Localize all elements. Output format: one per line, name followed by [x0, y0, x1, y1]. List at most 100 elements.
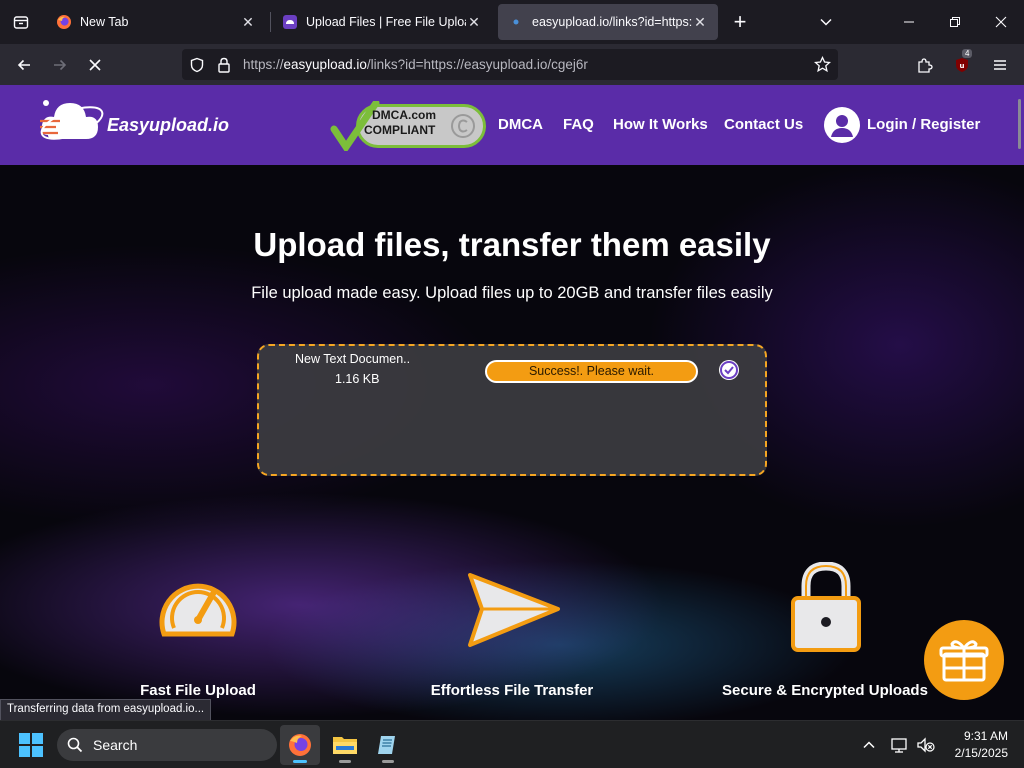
- running-indicator: [339, 760, 351, 763]
- cloud-logo-icon: [40, 100, 104, 140]
- file-name: New Text Documen..: [295, 352, 411, 366]
- nav-link-dmca[interactable]: DMCA: [498, 116, 543, 133]
- dmca-line2: COMPLIANT: [364, 123, 436, 137]
- app-menu-button[interactable]: [985, 50, 1015, 80]
- extensions-button[interactable]: [909, 50, 939, 80]
- feature-effortless-transfer-label: Effortless File Transfer: [430, 682, 594, 699]
- arrow-right-icon: [54, 59, 67, 71]
- close-window-button[interactable]: [978, 0, 1024, 44]
- minimize-button[interactable]: [886, 0, 932, 44]
- svg-text:u: u: [960, 62, 965, 70]
- search-icon: [67, 737, 83, 753]
- gift-icon: [939, 640, 989, 682]
- close-tab-icon[interactable]: ✕: [466, 14, 482, 30]
- taskbar-firefox[interactable]: [280, 725, 320, 765]
- hero-subtitle: File upload made easy. Upload files up t…: [251, 284, 773, 302]
- logo-text[interactable]: Easyupload.io: [107, 115, 229, 136]
- dmca-compliant-badge[interactable]: DMCA.com COMPLIANT: [330, 101, 488, 151]
- ublock-extension-button[interactable]: u 4: [947, 49, 977, 80]
- tab-upload-files[interactable]: Upload Files | Free File Upload a ✕: [272, 4, 492, 40]
- network-status-button[interactable]: [888, 733, 912, 757]
- speedometer-icon: [159, 583, 237, 637]
- browser-tab-bar: New Tab ✕ Upload Files | Free File Uploa…: [0, 0, 1024, 44]
- checkmark-icon: [720, 361, 738, 379]
- forward-button[interactable]: [45, 50, 75, 80]
- folder-icon: [333, 737, 357, 754]
- extension-badge-count: 4: [962, 49, 973, 58]
- volume-muted-icon: [917, 737, 935, 753]
- chevron-up-icon: [863, 741, 875, 749]
- taskbar-notepad[interactable]: [368, 725, 408, 765]
- browser-status-bar: Transferring data from easyupload.io...: [0, 699, 212, 720]
- puzzle-icon: [917, 57, 933, 73]
- clock-date[interactable]: 2/15/2025: [938, 746, 1008, 760]
- upload-dropzone[interactable]: New Text Documen.. 1.16 KB Success!. Ple…: [257, 344, 767, 476]
- feature-secure-uploads-label: Secure & Encrypted Uploads: [722, 682, 928, 699]
- upload-success-icon: [719, 360, 739, 380]
- close-icon: [89, 59, 101, 71]
- send-arrow-icon: [468, 573, 560, 647]
- shield-icon[interactable]: [189, 57, 205, 73]
- stop-loading-button[interactable]: [80, 50, 110, 80]
- hero-title: Upload files, transfer them easily: [253, 226, 771, 263]
- chevron-down-icon: [820, 18, 832, 26]
- user-avatar-icon[interactable]: [824, 107, 860, 143]
- ublock-shield-icon: u: [956, 58, 968, 72]
- page-content: Easyupload.io DMCA.com COMPLIANT DMCA FA…: [0, 85, 1024, 720]
- minimize-icon: [904, 21, 914, 23]
- taskbar-file-explorer[interactable]: [325, 725, 365, 765]
- dmca-line1: DMCA.com: [372, 108, 437, 122]
- search-label: Search: [93, 737, 138, 753]
- arrow-left-icon: [17, 59, 30, 71]
- copyright-icon: [451, 114, 475, 138]
- tab-divider: [270, 12, 271, 32]
- nav-link-contact-us[interactable]: Contact Us: [724, 116, 803, 133]
- login-register-link[interactable]: Login / Register: [867, 116, 980, 133]
- restore-button[interactable]: [932, 0, 978, 44]
- padlock-icon: [791, 562, 861, 652]
- close-tab-icon[interactable]: ✕: [692, 14, 708, 30]
- new-tab-button[interactable]: +: [726, 8, 754, 36]
- hamburger-menu-icon: [994, 60, 1006, 70]
- firefox-icon: [289, 734, 311, 756]
- volume-button[interactable]: [914, 733, 938, 757]
- easyupload-favicon: [283, 15, 297, 29]
- windows-taskbar: Search 9:31 AM 2/15/2025: [0, 720, 1024, 768]
- firefox-view-icon: [13, 16, 29, 29]
- firefox-view-button[interactable]: [0, 0, 42, 44]
- firefox-icon: [57, 15, 71, 29]
- tab-title: easyupload.io/links?id=https://: [532, 15, 692, 29]
- star-icon[interactable]: [814, 56, 831, 73]
- lock-icon[interactable]: [217, 57, 231, 73]
- show-hidden-icons-button[interactable]: [857, 733, 881, 757]
- tab-new-tab[interactable]: New Tab ✕: [46, 4, 266, 40]
- taskbar-search-box[interactable]: Search: [57, 729, 277, 761]
- url-domain: easyupload.io: [283, 57, 367, 72]
- tab-easyupload-links[interactable]: easyupload.io/links?id=https:// ✕: [498, 4, 718, 40]
- page-scrollbar[interactable]: [1018, 99, 1021, 149]
- file-size: 1.16 KB: [335, 372, 380, 386]
- feature-fast-upload-label: Fast File Upload: [140, 682, 256, 699]
- notepad-icon: [378, 736, 395, 754]
- close-tab-icon[interactable]: ✕: [240, 14, 256, 30]
- tab-title: New Tab: [80, 15, 129, 29]
- gift-promo-button[interactable]: [924, 620, 1004, 700]
- list-all-tabs-button[interactable]: [812, 8, 840, 36]
- running-indicator: [382, 760, 394, 763]
- restore-icon: [950, 17, 960, 27]
- windows-start-icon[interactable]: [18, 732, 44, 758]
- back-button[interactable]: [9, 50, 39, 80]
- running-indicator: [293, 760, 307, 763]
- nav-link-how-it-works[interactable]: How It Works: [613, 116, 708, 133]
- nav-link-faq[interactable]: FAQ: [563, 116, 594, 133]
- url-path: /links?id=https://easyupload.io/cgej6r: [366, 57, 588, 72]
- clock-time[interactable]: 9:31 AM: [948, 729, 1008, 743]
- site-header: Easyupload.io DMCA.com COMPLIANT DMCA FA…: [0, 85, 1024, 165]
- url-text[interactable]: https://easyupload.io/links?id=https://e…: [243, 57, 588, 72]
- loading-dot-icon: [513, 19, 519, 25]
- tab-title: Upload Files | Free File Upload a: [306, 15, 466, 29]
- address-bar[interactable]: https://easyupload.io/links?id=https://e…: [182, 49, 838, 80]
- url-scheme: https://: [243, 57, 284, 72]
- monitor-network-icon: [891, 738, 907, 753]
- close-icon: [995, 16, 1007, 28]
